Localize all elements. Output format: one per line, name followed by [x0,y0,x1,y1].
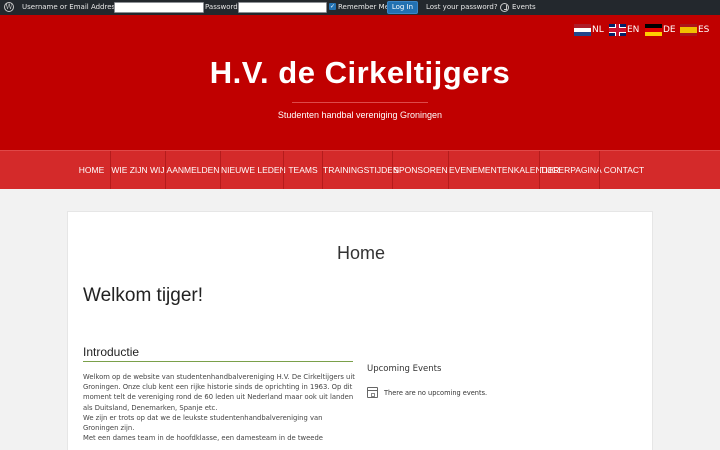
nav-item-aanmelden[interactable]: Aanmelden [166,151,220,189]
spain-flag-icon [680,24,697,36]
events-link[interactable]: Events [512,4,536,11]
nav-item-nieuwe-leden[interactable]: Nieuwe leden [221,151,286,189]
nav-item-trainingstijden[interactable]: Trainingstijden [323,151,399,189]
intro-paragraph: Met een dames team in de hoofdklasse, ee… [83,434,323,443]
nav-item-teams[interactable]: Teams [284,151,322,189]
nav-item-tijgerpagina[interactable]: Tijgerpagina [540,151,602,189]
intro-paragraph: We zijn er trots op dat we de leukste st… [83,413,323,433]
remember-me-label: Remember Me [338,3,389,11]
welcome-heading: Welkom tijger! [83,285,204,306]
no-events-message: There are no upcoming events. [384,389,488,397]
password-label: Password [205,3,238,11]
nav-item-contact[interactable]: Contact [600,151,648,189]
main-navigation: Home Wie zijn wij Aanmelden Nieuwe leden… [0,150,720,189]
upcoming-events-heading: Upcoming Events [367,364,442,374]
username-input[interactable] [114,2,204,13]
events-icon[interactable] [500,3,509,12]
nav-item-wie-zijn-wij[interactable]: Wie zijn wij [111,151,165,189]
login-button[interactable]: Log In [387,1,418,14]
language-label: NL [592,25,604,35]
wordpress-icon[interactable]: W [4,2,14,12]
netherlands-flag-icon [574,24,591,36]
admin-bar: W Username or Email Address Password ✓ R… [0,0,720,15]
page-title: Home [336,243,385,263]
language-label: EN [627,25,640,35]
intro-heading: Introductie [83,345,140,359]
remember-me-checkbox[interactable]: ✓ [329,3,336,10]
site-title[interactable]: H.V. de Cirkeltijgers [0,55,720,91]
nav-item-evenementenkalender[interactable]: Evenementenkalender [449,151,560,189]
content-card: Home Welkom tijger! Introductie Welkom o… [67,211,653,450]
password-input[interactable] [238,2,327,13]
nav-item-home[interactable]: Home [73,151,110,189]
intro-paragraph: Welkom op de website van studentenhandba… [83,373,355,412]
germany-flag-icon [645,24,662,36]
calendar-icon [367,387,378,398]
lost-password-link[interactable]: Lost your password? [426,4,498,11]
site-tagline: Studenten handbal vereniging Groningen [277,110,443,120]
uk-flag-icon [609,24,626,36]
title-divider [292,102,428,103]
language-label: DE [663,25,676,35]
site-header: NL EN DE ES H.V. de Cirkeltijgers Studen… [0,15,720,150]
intro-text: Welkom op de website van studentenhandba… [83,372,358,443]
intro-divider [83,361,353,362]
username-label: Username or Email Address [22,3,119,11]
language-label: ES [698,25,710,35]
nav-item-sponsoren[interactable]: Sponsoren [393,151,448,189]
